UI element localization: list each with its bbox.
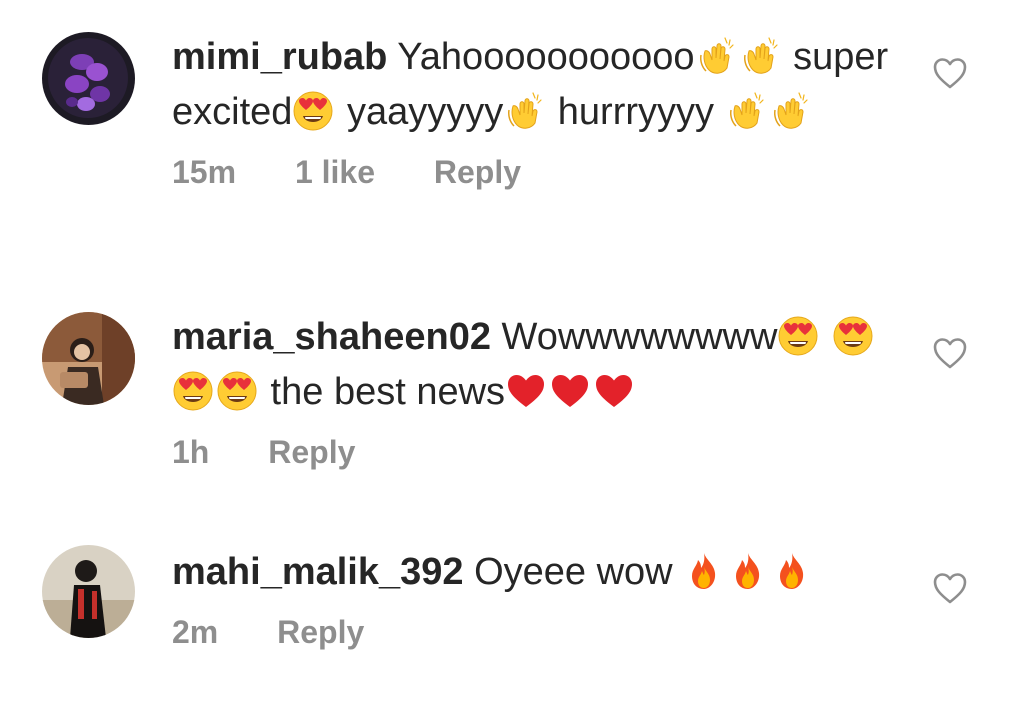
avatar[interactable]: [42, 545, 135, 638]
comment-body: maria_shaheen02 Wowwwwwwww the best news…: [172, 310, 907, 472]
reply-button[interactable]: Reply: [434, 152, 521, 192]
comment-meta: 15m 1 like Reply: [172, 152, 907, 192]
clap-emoji-icon: [769, 90, 811, 132]
comment-text: mimi_rubab Yahooooooooooo super excited …: [172, 30, 907, 140]
red-heart-emoji-icon: [549, 370, 591, 412]
comments-list: mimi_rubab Yahooooooooooo super excited …: [0, 0, 1024, 701]
comment-text: mahi_malik_392 Oyeee wow: [172, 545, 907, 600]
heart-eyes-emoji-icon: [172, 370, 214, 412]
comment-time: 15m: [172, 154, 237, 190]
heart-outline-icon[interactable]: [932, 571, 968, 607]
reply-button[interactable]: Reply: [268, 432, 355, 472]
clap-emoji-icon: [503, 90, 545, 132]
comment-text-segment: Wowwwwwwww: [501, 316, 778, 358]
clap-emoji-icon: [725, 90, 767, 132]
comment-meta: 2m Reply: [172, 612, 907, 652]
comment-meta: 1h Reply: [172, 432, 907, 472]
fire-emoji-icon: [683, 550, 725, 592]
red-heart-emoji-icon: [505, 370, 547, 412]
likes-count[interactable]: 1 like: [295, 152, 375, 192]
comment-time: 2m: [172, 614, 219, 650]
heart-eyes-emoji-icon: [832, 315, 874, 357]
clap-emoji-icon: [739, 35, 781, 77]
fire-emoji-icon: [771, 550, 813, 592]
red-heart-emoji-icon: [593, 370, 635, 412]
username[interactable]: mimi_rubab: [172, 36, 387, 78]
comment-body: mahi_malik_392 Oyeee wow 2m Reply: [172, 545, 907, 652]
fire-emoji-icon: [727, 550, 769, 592]
comment-text-segment: Oyeee wow: [474, 551, 684, 593]
heart-eyes-emoji-icon: [216, 370, 258, 412]
comment-body: mimi_rubab Yahooooooooooo super excited …: [172, 30, 907, 192]
comment-time: 1h: [172, 434, 210, 470]
comment-message: Oyeee wow: [474, 551, 815, 593]
comment-text-segment: hurrryyyy: [547, 91, 725, 133]
avatar[interactable]: [42, 32, 135, 125]
reply-button[interactable]: Reply: [277, 612, 364, 652]
username[interactable]: mahi_malik_392: [172, 551, 464, 593]
heart-outline-icon[interactable]: [932, 56, 968, 92]
clap-emoji-icon: [695, 35, 737, 77]
username[interactable]: maria_shaheen02: [172, 316, 491, 358]
comment-text-segment: Yahooooooooooo: [397, 36, 695, 78]
comment-text-segment: yaayyyyy: [336, 91, 504, 133]
heart-eyes-emoji-icon: [292, 90, 334, 132]
avatar[interactable]: [42, 312, 135, 405]
comment-text-segment: the best news: [260, 371, 506, 413]
comment-text-segment: [821, 316, 832, 358]
heart-outline-icon[interactable]: [932, 336, 968, 372]
heart-eyes-emoji-icon: [777, 315, 819, 357]
comment-text: maria_shaheen02 Wowwwwwwww the best news: [172, 310, 907, 420]
